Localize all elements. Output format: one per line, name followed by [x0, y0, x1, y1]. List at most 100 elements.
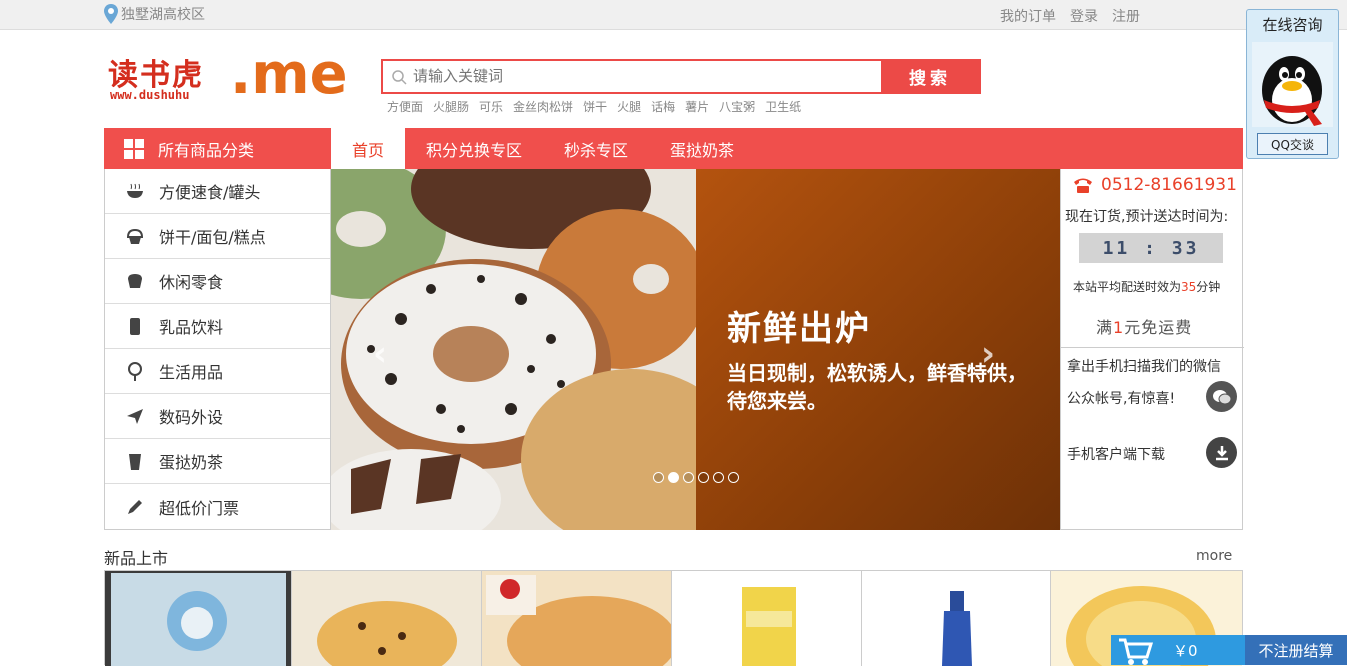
download-icon[interactable] [1206, 437, 1237, 468]
slide-indicators [653, 472, 739, 483]
free-amount: 1 [1113, 318, 1125, 337]
logo-text-en: www.dushuhu [110, 88, 190, 102]
hot-keyword[interactable]: 金丝肉松饼 [513, 98, 573, 115]
category-item-biscuits[interactable]: 饼干/面包/糕点 [105, 214, 330, 259]
product-card[interactable] [672, 571, 862, 666]
search-bar: 搜索 [381, 59, 981, 94]
hot-keyword[interactable]: 火腿 [617, 98, 641, 115]
hot-keyword[interactable]: 可乐 [479, 98, 503, 115]
avg-minutes: 35 [1181, 280, 1197, 294]
product-image [291, 571, 482, 666]
slide-dot[interactable] [653, 472, 664, 483]
location[interactable]: 独墅湖高校区 [104, 4, 205, 24]
nav-points-exchange[interactable]: 积分兑换专区 [405, 128, 543, 169]
category-item-digital[interactable]: 数码外设 [105, 394, 330, 439]
qq-chat-button[interactable]: QQ交谈 [1257, 133, 1328, 155]
my-orders-link[interactable]: 我的订单 [1000, 6, 1056, 26]
wechat-text-line2: 公众帐号,有惊喜! [1067, 391, 1176, 407]
search-button[interactable]: 搜索 [881, 61, 979, 92]
category-label: 超低价门票 [159, 498, 240, 518]
slide-dot-active[interactable] [668, 472, 679, 483]
category-item-dairy-drinks[interactable]: 乳品饮料 [105, 304, 330, 349]
search-input[interactable] [413, 68, 881, 85]
shopping-cart-icon [1119, 638, 1153, 665]
product-card[interactable] [291, 571, 483, 666]
checkout-button[interactable]: 不注册结算 [1245, 635, 1347, 665]
promo-banner[interactable]: 新鲜出炉 当日现制，松软诱人，鲜香特供，待您来尝。 ‹ › [331, 169, 1060, 530]
qq-title: 在线咨询 [1262, 16, 1323, 34]
hot-keyword[interactable]: 八宝粥 [719, 98, 755, 115]
nav-flash-sale[interactable]: 秒杀专区 [543, 128, 649, 169]
nav-home[interactable]: 首页 [331, 128, 406, 169]
grid-icon [124, 138, 144, 159]
more-link[interactable]: more [1196, 548, 1232, 564]
category-item-tickets[interactable]: 超低价门票 [105, 484, 330, 529]
pencil-icon [125, 497, 145, 517]
category-label: 饼干/面包/糕点 [159, 228, 266, 247]
category-label: 蛋挞奶茶 [159, 453, 224, 472]
delivery-time: 11 : 33 [1079, 233, 1223, 263]
product-image [672, 571, 861, 666]
product-image [861, 571, 1051, 666]
free-shipping: 满1元免运费 [1096, 314, 1192, 338]
avg-prefix: 本站平均配送时效为 [1073, 280, 1182, 294]
hot-keyword[interactable]: 饼干 [583, 98, 607, 115]
qq-consult-widget: 在线咨询 QQ交谈 [1246, 9, 1339, 159]
cart-amount: ￥0 [1173, 641, 1198, 660]
category-label: 数码外设 [159, 408, 224, 427]
banner-headline: 新鲜出炉 [727, 309, 871, 349]
site-logo[interactable]: 读书虎 www.dushuhu .me [108, 42, 348, 108]
slide-dot[interactable] [698, 472, 709, 483]
all-categories-label: 所有商品分类 [158, 140, 255, 160]
product-image [105, 571, 291, 666]
qq-penguin-icon [1252, 42, 1333, 127]
plane-icon [125, 406, 145, 426]
divider [1061, 347, 1244, 348]
register-link[interactable]: 注册 [1112, 6, 1140, 26]
hot-keyword[interactable]: 卫生纸 [765, 98, 801, 115]
category-label: 生活用品 [159, 363, 224, 382]
prev-slide-icon[interactable]: ‹ [373, 334, 387, 374]
wechat-icon[interactable] [1206, 381, 1237, 412]
nav-egg-tart-milk-tea[interactable]: 蛋挞奶茶 [649, 128, 755, 169]
category-item-egg-tart[interactable]: 蛋挞奶茶 [105, 439, 330, 484]
hot-keywords: 方便面 火腿肠 可乐 金丝肉松饼 饼干 火腿 话梅 薯片 八宝粥 卫生纸 [387, 98, 801, 115]
phone-icon [1074, 178, 1092, 193]
slide-dot[interactable] [683, 472, 694, 483]
cupcake-icon [125, 226, 145, 246]
new-products-title: 新品上市 [104, 549, 169, 568]
hot-keyword[interactable]: 火腿肠 [433, 98, 469, 115]
product-card[interactable] [105, 571, 292, 666]
category-item-instant-food[interactable]: 方便速食/罐头 [105, 169, 330, 214]
cup-icon [125, 451, 145, 471]
login-link[interactable]: 登录 [1070, 6, 1098, 26]
wechat-text-line1: 拿出手机扫描我们的微信 [1067, 359, 1221, 375]
logo-text-me: .me [230, 42, 348, 107]
cart-summary[interactable]: ￥0 [1111, 635, 1245, 665]
avg-suffix: 分钟 [1196, 280, 1221, 294]
search-icon [392, 69, 407, 85]
main-nav: 所有商品分类 首页 积分兑换专区 秒杀专区 蛋挞奶茶 [104, 128, 1243, 169]
hot-keyword[interactable]: 话梅 [651, 98, 675, 115]
category-item-daily-goods[interactable]: 生活用品 [105, 349, 330, 394]
slide-dot[interactable] [728, 472, 739, 483]
info-sidebar: 0512-81661931 现在订货,预计送达时间为: 11 : 33 本站平均… [1060, 169, 1244, 530]
bowl-icon [125, 181, 145, 201]
order-notice: 现在订货,预计送达时间为: [1065, 209, 1229, 225]
product-strip [104, 570, 1243, 666]
category-list: 方便速食/罐头 饼干/面包/糕点 休闲零食 乳品饮料 生活用品 数码外设 蛋挞奶… [104, 169, 331, 530]
product-card[interactable] [861, 571, 1052, 666]
cart-bar: ￥0 不注册结算 [1111, 635, 1347, 665]
all-categories-button[interactable]: 所有商品分类 [104, 128, 331, 169]
category-item-snacks[interactable]: 休闲零食 [105, 259, 330, 304]
hot-keyword[interactable]: 方便面 [387, 98, 423, 115]
hot-keyword[interactable]: 薯片 [685, 98, 709, 115]
slide-dot[interactable] [713, 472, 724, 483]
next-slide-icon[interactable]: › [981, 334, 995, 374]
free-prefix: 满 [1096, 318, 1114, 337]
location-label: 独墅湖高校区 [121, 7, 205, 23]
location-pin-icon [104, 4, 118, 24]
app-download-text[interactable]: 手机客户端下载 [1067, 444, 1165, 464]
product-card[interactable] [482, 571, 673, 666]
category-label: 方便速食/罐头 [159, 183, 261, 202]
